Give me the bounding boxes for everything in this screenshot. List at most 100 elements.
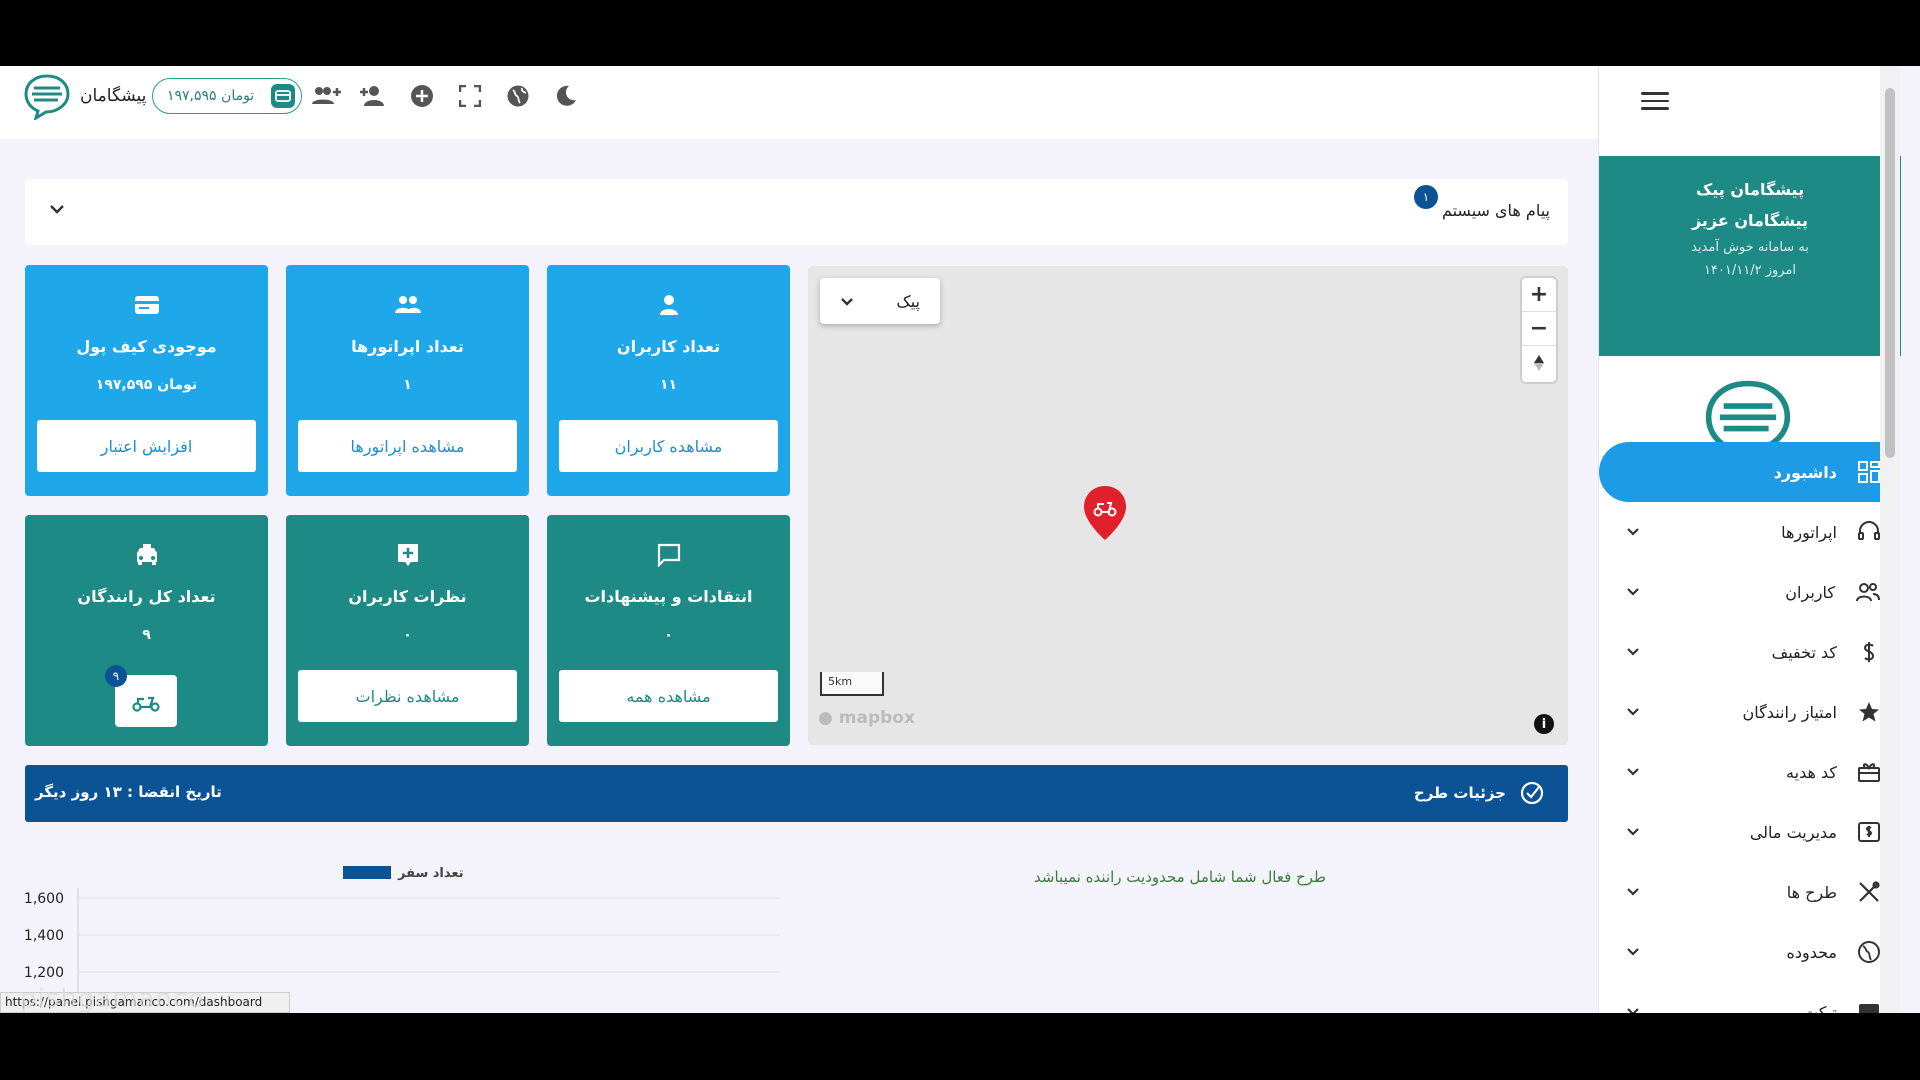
sidebar-item-label: کد هدیه [1786, 762, 1837, 782]
user-icon [547, 291, 790, 319]
sidebar: پیشگامان پیک پیشگامان عزیز به سامانه خوش… [1598, 66, 1901, 1013]
sidebar-item-label: طرح ها [1786, 882, 1837, 902]
map-info-icon[interactable]: i [1534, 714, 1554, 734]
system-messages-title: پیام های سیستم [1441, 201, 1550, 220]
card-value: ۱ [403, 377, 412, 393]
sidebar-item-gift-code[interactable]: کد هدیه [1599, 742, 1899, 802]
tools-icon [1859, 881, 1880, 902]
map-scale: 5km [820, 672, 884, 696]
sidebar-item-label: امتیاز رانندگان [1742, 702, 1837, 722]
sidebar-item-operators[interactable]: اپراتورها [1599, 502, 1899, 562]
vehicle-type-value: پیک [896, 291, 920, 311]
y-tick-label: 1,400 [24, 928, 64, 944]
mapbox-attribution-text: mapbox [838, 708, 915, 728]
company-name: پیشگامان پیک [1695, 180, 1805, 199]
card-value: ۹ [142, 627, 151, 643]
check-circle-icon [1520, 781, 1544, 805]
sidebar-item-users[interactable]: کاربران [1599, 562, 1899, 622]
users-count-card: تعداد کاربران ۱۱ مشاهده کاربران [547, 265, 790, 496]
feedback-card: انتقادات و پیشنهادات ۰ مشاهده همه [547, 515, 790, 746]
card-value: ۱۹۷,۵۹۵ تومان [95, 377, 198, 393]
card-value: ۰ [664, 627, 673, 643]
sidebar-item-label: کد تخفیف [1771, 642, 1837, 662]
chat-bubble-icon [547, 541, 790, 569]
dashboard-grid-icon [1858, 461, 1880, 483]
sidebar-item-label: محدوده [1786, 942, 1837, 962]
card-title: موجودی کیف پول [76, 337, 217, 356]
star-icon [1859, 702, 1879, 722]
sidebar-item-label: تیکت [1803, 1002, 1837, 1014]
ticket-icon [1859, 1004, 1879, 1013]
language-globe-icon[interactable] [502, 80, 534, 112]
sidebar-scrollbar[interactable] [1880, 66, 1900, 1013]
sidebar-item-discount-code[interactable]: کد تخفیف [1599, 622, 1899, 682]
brand-logo[interactable]: پیشگامان [22, 72, 146, 120]
zoom-out-button[interactable]: − [1522, 312, 1556, 346]
plan-details-bar[interactable]: جزئیات طرح تاریخ انقضا : ۱۳ روز دیگر [25, 765, 1568, 822]
card-value: ۱۱ [659, 377, 678, 393]
card-title: نظرات کاربران [348, 587, 467, 606]
dark-mode-moon-icon[interactable] [550, 80, 582, 112]
sidebar-item-plans[interactable]: طرح ها [1599, 862, 1899, 922]
today-date: امروز ۱۴۰۱/۱۱/۲ [1703, 263, 1797, 278]
finance-icon [1858, 822, 1880, 842]
chevron-down-icon [1623, 942, 1643, 962]
taxi-icon [25, 541, 268, 569]
add-circle-icon[interactable] [406, 80, 438, 112]
y-tick-label: 1,200 [24, 965, 64, 981]
profile-panel: پیشگامان پیک پیشگامان عزیز به سامانه خوش… [1599, 156, 1901, 356]
sidebar-item-area[interactable]: محدوده [1599, 922, 1899, 982]
user-name: پیشگامان عزیز [1691, 211, 1809, 230]
sidebar-item-ticket[interactable]: تیکت [1599, 982, 1899, 1013]
plan-expiry: تاریخ انقضا : ۱۳ روز دیگر [35, 783, 222, 801]
chevron-down-icon [1623, 582, 1643, 602]
wallet-amount: ۱۹۷,۵۹۵ تومان [167, 88, 255, 104]
system-messages-badge: ۱ [1414, 185, 1438, 209]
system-messages-panel[interactable]: پیام های سیستم ۱ [25, 179, 1568, 245]
sidebar-item-label: اپراتورها [1781, 522, 1837, 542]
driver-location-marker[interactable] [1081, 484, 1129, 546]
plan-details-label: جزئیات طرح [1413, 784, 1506, 802]
chat-logo-icon [24, 74, 70, 120]
add-operator-icon[interactable] [310, 80, 342, 112]
chevron-down-icon[interactable] [49, 201, 65, 220]
wallet-balance-pill[interactable]: ۱۹۷,۵۹۵ تومان [152, 78, 302, 114]
sidebar-item-label: داشبورد [1773, 462, 1837, 482]
sidebar-item-driver-rating[interactable]: امتیاز رانندگان [1599, 682, 1899, 742]
add-user-icon[interactable] [358, 80, 390, 112]
card-title: تعداد اپراتورها [351, 337, 464, 356]
review-plus-icon [286, 541, 529, 569]
increase-credit-button[interactable]: افزایش اعتبار [37, 420, 256, 472]
mapbox-attribution[interactable]: ● mapbox [818, 708, 915, 728]
globe-icon [1858, 941, 1880, 963]
scrollbar-thumb[interactable] [1885, 88, 1895, 458]
compass-north-icon[interactable] [1522, 346, 1556, 380]
map-view[interactable]: پیک + − 5km ● mapbox i [808, 266, 1568, 745]
sidebar-item-label: کاربران [1785, 582, 1835, 602]
card-title: تعداد کل رانندگان [77, 587, 216, 606]
fullscreen-icon[interactable] [454, 80, 486, 112]
chevron-down-icon [1623, 702, 1643, 722]
chevron-down-icon [1623, 822, 1643, 842]
sidebar-item-financial-management[interactable]: مدیریت مالی [1599, 802, 1899, 862]
wallet-icon [271, 84, 295, 108]
view-operators-button[interactable]: مشاهده اپراتورها [298, 420, 517, 472]
users-icon [1856, 583, 1880, 602]
welcome-text: به سامانه خوش آمدید [1691, 240, 1809, 255]
menu-toggle-icon[interactable] [1641, 92, 1669, 114]
y-axis-ticks: 1,600 1,400 1,200 [24, 891, 780, 981]
sidebar-item-dashboard[interactable]: داشبورد [1599, 442, 1899, 502]
legend-swatch [343, 866, 391, 879]
view-all-feedback-button[interactable]: مشاهده همه [559, 670, 778, 722]
view-reviews-button[interactable]: مشاهده نظرات [298, 670, 517, 722]
headset-icon [1858, 521, 1880, 540]
user-reviews-card: نظرات کاربران ۰ مشاهده نظرات [286, 515, 529, 746]
gift-icon [1858, 763, 1880, 782]
zoom-controls: + − [1522, 278, 1556, 382]
map-pin-scooter-icon [1084, 486, 1126, 540]
sidebar-item-label: مدیریت مالی [1749, 822, 1837, 842]
vehicle-type-select[interactable]: پیک [820, 278, 940, 324]
drivers-count-card: تعداد کل رانندگان ۹ ۹ [25, 515, 268, 746]
zoom-in-button[interactable]: + [1522, 278, 1556, 312]
view-users-button[interactable]: مشاهده کاربران [559, 420, 778, 472]
